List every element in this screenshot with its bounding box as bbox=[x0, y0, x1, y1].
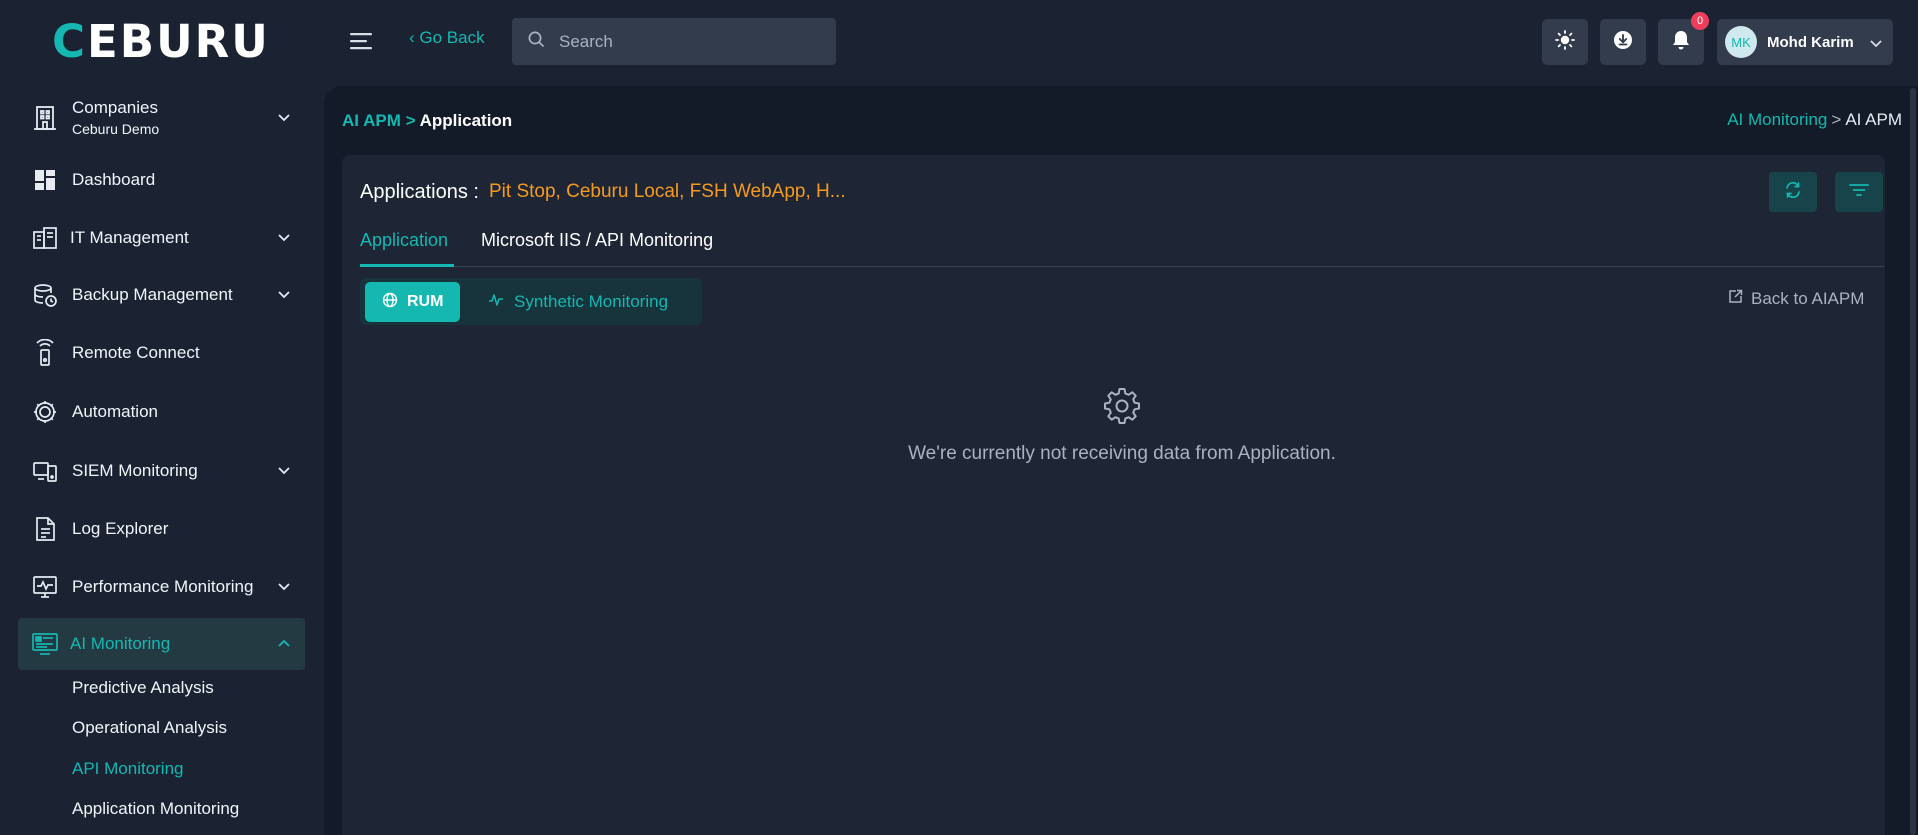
sidebar-subitem-operational-analysis[interactable]: Operational Analysis bbox=[72, 718, 227, 738]
backup-icon bbox=[31, 281, 59, 309]
tab-application[interactable]: Application bbox=[360, 230, 448, 251]
go-back-link[interactable]: ‹ Go Back bbox=[409, 28, 485, 48]
sidebar-item-label: Log Explorer bbox=[72, 519, 169, 538]
sidebar-item-label: Dashboard bbox=[72, 170, 156, 189]
sidebar-item-companies[interactable]: Companies Ceburu Demo bbox=[18, 92, 305, 144]
search-box[interactable] bbox=[512, 18, 836, 65]
sidebar-item-performance-monitoring[interactable]: Performance Monitoring bbox=[18, 561, 305, 613]
applications-label: Applications : bbox=[360, 181, 479, 203]
breadcrumb: AI APM > Application bbox=[342, 111, 512, 131]
download-icon bbox=[1613, 30, 1633, 55]
sidebar-subitem-api-monitoring[interactable]: API Monitoring bbox=[72, 759, 184, 779]
empty-state-message: We're currently not receiving data from … bbox=[908, 443, 1336, 464]
sidebar-subitem-application-monitoring[interactable]: Application Monitoring bbox=[72, 799, 239, 819]
breadcrumb-trail: AI Monitoring > AI APM bbox=[1727, 110, 1902, 130]
sidebar-item-label: AI Monitoring bbox=[70, 634, 171, 653]
performance-icon bbox=[31, 573, 59, 601]
menu-toggle-icon[interactable] bbox=[350, 30, 374, 52]
ai-monitor-icon bbox=[31, 630, 59, 658]
filter-icon bbox=[1849, 182, 1869, 203]
log-file-icon bbox=[31, 515, 59, 543]
filter-button[interactable] bbox=[1835, 172, 1883, 212]
chevron-down-icon bbox=[277, 462, 291, 480]
user-menu-button[interactable]: MK Mohd Karim bbox=[1717, 19, 1893, 65]
chevron-down-icon bbox=[277, 578, 291, 596]
breadcrumb-current: Application bbox=[419, 111, 513, 130]
sidebar-subitem-predictive-analysis[interactable]: Predictive Analysis bbox=[72, 678, 214, 698]
refresh-icon bbox=[1784, 181, 1802, 204]
chevron-down-icon bbox=[1869, 35, 1883, 53]
bell-icon bbox=[1671, 29, 1691, 56]
notifications-button[interactable]: 0 bbox=[1658, 12, 1709, 65]
active-tab-indicator bbox=[360, 264, 454, 267]
sidebar-item-backup-management[interactable]: Backup Management bbox=[18, 269, 305, 321]
automation-icon bbox=[31, 398, 59, 426]
remote-connect-icon bbox=[31, 338, 59, 367]
sidebar-item-label: SIEM Monitoring bbox=[72, 461, 198, 480]
chevron-down-icon bbox=[277, 229, 291, 247]
logo-text: EBURU bbox=[87, 15, 270, 68]
sidebar-item-label: Backup Management bbox=[72, 285, 233, 304]
breadcrumb-current: AI APM bbox=[1845, 110, 1902, 129]
gear-icon bbox=[1102, 386, 1142, 426]
theme-toggle-button[interactable] bbox=[1542, 19, 1588, 65]
applications-value[interactable]: Pit Stop, Ceburu Local, FSH WebApp, H... bbox=[489, 181, 846, 203]
rum-button[interactable]: RUM bbox=[365, 282, 460, 322]
tabs-divider bbox=[360, 266, 1884, 267]
sidebar-item-label: Performance Monitoring bbox=[72, 577, 254, 596]
breadcrumb-separator: > bbox=[405, 111, 416, 130]
breadcrumb-link-ai-monitoring[interactable]: AI Monitoring bbox=[1727, 110, 1827, 129]
synthetic-monitoring-label: Synthetic Monitoring bbox=[514, 292, 669, 311]
back-to-aiapm-link[interactable]: Back to AIAPM bbox=[1728, 289, 1864, 309]
building-icon bbox=[31, 104, 59, 132]
search-icon bbox=[528, 31, 545, 53]
refresh-button[interactable] bbox=[1769, 172, 1817, 212]
sidebar-item-dashboard[interactable]: Dashboard bbox=[18, 154, 305, 206]
rum-label: RUM bbox=[407, 293, 444, 310]
notification-count-badge: 0 bbox=[1691, 12, 1709, 30]
sidebar-item-label: Remote Connect bbox=[72, 343, 200, 362]
back-to-aiapm-label: Back to AIAPM bbox=[1751, 289, 1865, 308]
sidebar-item-label: Automation bbox=[72, 402, 158, 421]
dashboard-icon bbox=[31, 166, 59, 194]
it-management-icon bbox=[31, 224, 59, 252]
logo-letter: C bbox=[52, 15, 88, 68]
search-input[interactable] bbox=[559, 31, 819, 52]
application-card bbox=[342, 155, 1885, 835]
company-name: Ceburu Demo bbox=[72, 121, 160, 137]
breadcrumb-separator: > bbox=[1831, 110, 1842, 129]
sidebar-item-siem-monitoring[interactable]: SIEM Monitoring bbox=[18, 445, 305, 497]
avatar: MK bbox=[1725, 26, 1757, 58]
globe-icon bbox=[382, 292, 398, 313]
breadcrumb-link-ai-apm[interactable]: AI APM bbox=[342, 111, 401, 130]
chevron-down-icon bbox=[277, 286, 291, 304]
sidebar-item-automation[interactable]: Automation bbox=[18, 386, 305, 438]
chevron-up-icon bbox=[277, 635, 291, 653]
activity-icon bbox=[488, 293, 504, 312]
sidebar-item-remote-connect[interactable]: Remote Connect bbox=[18, 327, 305, 379]
sidebar-item-it-management[interactable]: IT Management bbox=[18, 212, 305, 264]
sun-icon bbox=[1555, 29, 1575, 55]
tab-microsoft-iis-api-monitoring[interactable]: Microsoft IIS / API Monitoring bbox=[481, 230, 713, 251]
sidebar-item-label: Companies bbox=[72, 98, 158, 117]
sidebar-item-log-explorer[interactable]: Log Explorer bbox=[18, 503, 305, 555]
external-link-icon bbox=[1728, 289, 1743, 309]
top-bar: CEBURU ‹ Go Back Search 0 MK Mohd Karim bbox=[0, 0, 1918, 84]
ceburu-logo[interactable]: CEBURU bbox=[52, 18, 270, 66]
download-button[interactable] bbox=[1600, 19, 1646, 65]
sidebar-item-ai-monitoring[interactable]: AI Monitoring bbox=[18, 618, 305, 670]
sidebar-item-label: IT Management bbox=[70, 228, 189, 247]
user-name: Mohd Karim bbox=[1767, 33, 1854, 51]
chevron-down-icon bbox=[277, 109, 291, 127]
synthetic-monitoring-button[interactable]: Synthetic Monitoring bbox=[488, 282, 668, 322]
siem-icon bbox=[31, 457, 59, 485]
scrollbar[interactable] bbox=[1910, 88, 1916, 835]
